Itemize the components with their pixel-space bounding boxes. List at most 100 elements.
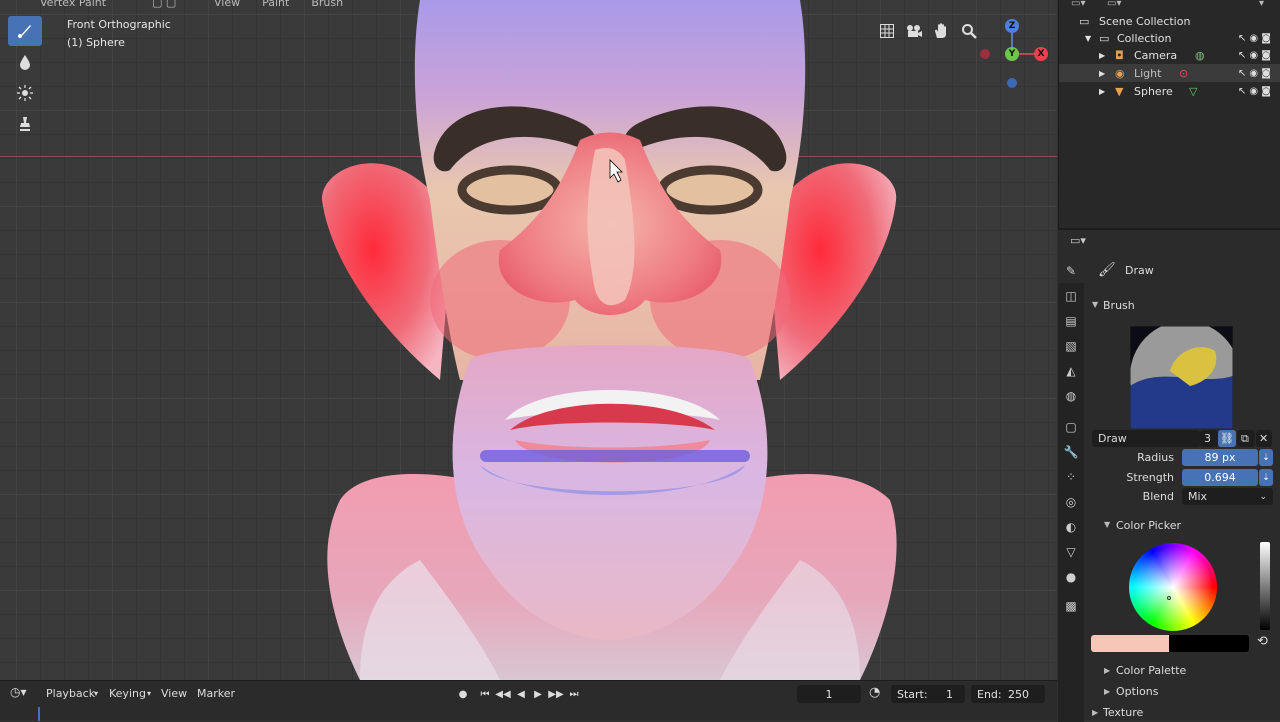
- color-picker-title[interactable]: Color Picker: [1116, 519, 1181, 532]
- jump-end-icon[interactable]: ⏭: [566, 686, 582, 702]
- render-tab-icon[interactable]: ◫: [1058, 283, 1084, 308]
- mode-selector[interactable]: Vertex Paint: [40, 0, 130, 10]
- stamp-icon[interactable]: [8, 109, 42, 139]
- copy-brush-icon[interactable]: ⧉: [1237, 430, 1255, 447]
- properties-editor-icon[interactable]: ▭▾: [1070, 234, 1086, 247]
- world-tab-icon[interactable]: ◍: [1058, 383, 1084, 408]
- radius-slider[interactable]: 89 px: [1182, 449, 1258, 466]
- current-frame-field[interactable]: 1: [797, 685, 861, 703]
- playhead[interactable]: [38, 707, 40, 721]
- menu-view[interactable]: View: [161, 687, 187, 700]
- menu-view[interactable]: View: [214, 0, 240, 10]
- brush-section-title[interactable]: Brush: [1103, 299, 1135, 312]
- view-layer-tab-icon[interactable]: ▧: [1058, 333, 1084, 358]
- stopwatch-icon[interactable]: ◔: [869, 685, 880, 700]
- strength-pressure-icon[interactable]: ⇣: [1259, 469, 1273, 486]
- expand-arrow-icon[interactable]: ▶: [1099, 51, 1105, 60]
- modifier-tab-icon[interactable]: 🔧: [1058, 439, 1084, 464]
- z-axis-handle[interactable]: Z: [1005, 19, 1019, 33]
- outliner-item-label: Light: [1134, 66, 1162, 80]
- blend-dropdown[interactable]: Mix ⌄: [1182, 488, 1273, 505]
- outliner-item-sphere[interactable]: ▶ ▼ Sphere ▽ ↖ ◉ ◙: [1059, 82, 1280, 100]
- expand-arrow-icon[interactable]: ▶: [1099, 69, 1105, 78]
- color-wheel[interactable]: [1129, 543, 1217, 631]
- visibility-toggles[interactable]: ↖ ◉ ◙: [1238, 33, 1271, 44]
- fake-user-icon[interactable]: ⛓: [1218, 430, 1236, 447]
- mesh-data-icon[interactable]: ▽: [1189, 85, 1197, 98]
- scene-collection-row[interactable]: ▭ Scene Collection: [1059, 12, 1280, 30]
- brush-users-count: 3: [1200, 430, 1218, 447]
- data-tab-icon[interactable]: ▽: [1058, 539, 1084, 564]
- start-frame-field[interactable]: Start: 1: [891, 685, 965, 703]
- tool-tab-icon[interactable]: ✎: [1058, 258, 1084, 283]
- prev-keyframe-icon[interactable]: ◀◀: [495, 686, 511, 702]
- filter-icon[interactable]: ▾: [1259, 0, 1264, 9]
- 3d-viewport[interactable]: Vertex Paint ▢ ▢ View Paint Brush Front …: [0, 0, 1057, 680]
- primary-color-swatch[interactable]: [1091, 635, 1169, 652]
- y-axis-handle[interactable]: Y: [1005, 47, 1019, 61]
- collection-label: Collection: [1117, 31, 1172, 45]
- material-tab-icon[interactable]: ●: [1058, 564, 1084, 589]
- options-title[interactable]: Options: [1116, 685, 1158, 698]
- collection-row[interactable]: ▼ ▭ Collection ↖ ◉ ◙: [1059, 29, 1280, 47]
- timeline-editor-icon[interactable]: ◷▾: [10, 685, 27, 699]
- menu-playback[interactable]: Playback: [46, 687, 95, 700]
- expand-arrow-icon[interactable]: ▼: [1085, 34, 1091, 43]
- radius-pressure-icon[interactable]: ⇣: [1259, 449, 1273, 466]
- next-keyframe-icon[interactable]: ▶▶: [548, 686, 564, 702]
- painted-head-model[interactable]: [300, 0, 920, 680]
- camera-data-icon[interactable]: ◍: [1195, 49, 1205, 62]
- x-axis-handle[interactable]: X: [1034, 47, 1048, 61]
- play-icon[interactable]: ▶: [530, 686, 546, 702]
- object-tab-icon[interactable]: ▢: [1058, 414, 1084, 439]
- constraints-tab-icon[interactable]: ◐: [1058, 514, 1084, 539]
- swap-colors-icon[interactable]: ⟲: [1257, 634, 1268, 649]
- texture-title[interactable]: Texture: [1103, 706, 1143, 719]
- expand-arrow-icon[interactable]: ▶: [1104, 666, 1110, 675]
- record-icon[interactable]: ●: [455, 686, 471, 702]
- chevron-down-icon: ▾: [94, 689, 99, 698]
- brush-preview[interactable]: [1130, 326, 1233, 429]
- color-palette-title[interactable]: Color Palette: [1116, 664, 1186, 677]
- brush-icon[interactable]: [8, 16, 42, 46]
- particles-tab-icon[interactable]: ⁘: [1058, 464, 1084, 489]
- light-data-icon[interactable]: ⊙: [1179, 67, 1188, 80]
- sparkle-icon[interactable]: [8, 78, 42, 108]
- expand-arrow-icon[interactable]: ▶: [1099, 87, 1105, 96]
- blend-value: Mix: [1188, 490, 1208, 503]
- output-tab-icon[interactable]: ▤: [1058, 308, 1084, 333]
- outliner-item-camera[interactable]: ▶ ◘ Camera ◍ ↖ ◉ ◙: [1059, 46, 1280, 64]
- scene-collection-icon: ▭: [1079, 14, 1090, 28]
- end-frame-field[interactable]: End: 250: [971, 685, 1045, 703]
- display-mode-icon[interactable]: ▭▾: [1107, 0, 1121, 9]
- hand-icon[interactable]: [930, 20, 952, 42]
- texture-tab-icon[interactable]: ▩: [1058, 593, 1084, 618]
- visibility-toggles[interactable]: ↖ ◉ ◙: [1238, 50, 1271, 61]
- strength-slider[interactable]: 0.694: [1182, 469, 1258, 486]
- start-label: Start:: [897, 687, 928, 701]
- color-wheel-cursor[interactable]: [1167, 596, 1171, 600]
- unlink-brush-icon[interactable]: ✕: [1256, 430, 1272, 447]
- select-mode-icons[interactable]: ▢ ▢: [152, 0, 192, 10]
- mesh-object-icon: ▼: [1115, 84, 1124, 98]
- play-reverse-icon[interactable]: ◀: [513, 686, 529, 702]
- menu-marker[interactable]: Marker: [197, 687, 235, 700]
- visibility-toggles[interactable]: ↖ ◉ ◙: [1238, 86, 1271, 97]
- expand-arrow-icon[interactable]: ▶: [1104, 687, 1110, 696]
- blend-label: Blend: [1142, 490, 1174, 503]
- brush-name-field[interactable]: Draw: [1092, 430, 1200, 447]
- jump-start-icon[interactable]: ⏮: [477, 686, 493, 702]
- menu-paint[interactable]: Paint: [262, 0, 289, 10]
- drop-icon[interactable]: [8, 47, 42, 77]
- physics-tab-icon[interactable]: ◎: [1058, 489, 1084, 514]
- menu-keying[interactable]: Keying: [109, 687, 146, 700]
- value-slider[interactable]: [1260, 542, 1270, 630]
- expand-arrow-icon[interactable]: ▶: [1092, 708, 1098, 717]
- collapse-arrow-icon[interactable]: ▼: [1104, 520, 1110, 529]
- visibility-toggles[interactable]: ↖ ◉ ◙: [1238, 68, 1271, 79]
- collapse-arrow-icon[interactable]: ▼: [1092, 300, 1098, 309]
- outliner-item-light[interactable]: ▶ ◉ Light ⊙ ↖ ◉ ◙: [1059, 64, 1280, 82]
- color-swatches[interactable]: [1091, 635, 1249, 652]
- outliner-editor-icon[interactable]: ▭▾: [1071, 0, 1085, 9]
- scene-tab-icon[interactable]: ◭: [1058, 358, 1084, 383]
